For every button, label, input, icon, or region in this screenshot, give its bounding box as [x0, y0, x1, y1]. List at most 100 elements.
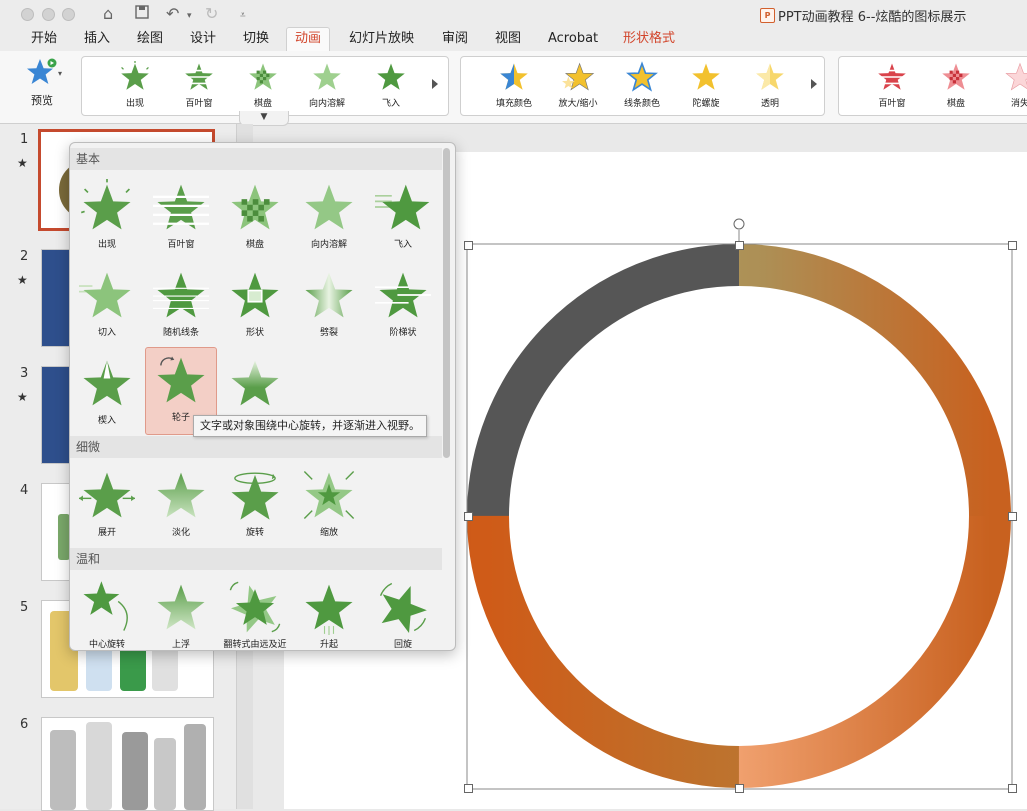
zoom-star-icon: [303, 470, 355, 520]
effect-strips[interactable]: 阶梯状: [367, 263, 439, 349]
tab-animations[interactable]: 动画: [286, 27, 331, 52]
ribbon-exit-checkerboard[interactable]: 棋盘: [925, 61, 987, 109]
effect-label: 向内溶解: [310, 240, 347, 250]
home-icon[interactable]: ⌂: [103, 4, 113, 24]
effect-fade[interactable]: 淡化: [145, 463, 217, 549]
fly-in-star-icon: [375, 184, 430, 230]
effect-split[interactable]: 劈裂: [293, 263, 365, 349]
minimize-window-button[interactable]: [42, 8, 55, 21]
ribbon: ▾ 预览 出现 百叶窗 棋盘 向内溶解 飞入 填充颜色 放大/缩小 线条颜色 陀…: [0, 51, 1027, 126]
peek-in-star-icon: [79, 272, 131, 318]
dropdown-scrollbar[interactable]: [443, 148, 450, 458]
resize-handle-s[interactable]: [735, 784, 744, 793]
effect-spinner[interactable]: 回旋: [367, 575, 439, 650]
effect-float-up[interactable]: 上浮: [145, 575, 217, 650]
ribbon-effect-spin[interactable]: 陀螺旋: [675, 61, 737, 109]
effect-turn[interactable]: 旋转: [219, 463, 291, 549]
ribbon-effect-blinds[interactable]: 百叶窗: [168, 61, 230, 109]
slide-thumbnail-6[interactable]: [41, 717, 214, 811]
ribbon-effect-dissolve-in[interactable]: 向内溶解: [296, 61, 358, 109]
rotate-icon[interactable]: [733, 218, 745, 230]
effect-label: 随机线条: [162, 328, 199, 338]
gallery-scroll-right-icon[interactable]: [432, 79, 438, 89]
animation-star-icon: ★: [17, 273, 28, 287]
tab-transitions[interactable]: 切换: [235, 28, 277, 50]
ribbon-exit-blinds[interactable]: 百叶窗: [861, 61, 923, 109]
dissolve-star-icon: [313, 63, 341, 90]
effect-checkerboard[interactable]: 棋盘: [219, 175, 291, 261]
gallery-scroll-right-icon[interactable]: [811, 79, 817, 89]
close-window-button[interactable]: [21, 8, 34, 21]
preview-button[interactable]: ▾ 预览: [18, 57, 66, 108]
transparency-star-icon: [756, 63, 784, 90]
slide-number: 3: [20, 366, 29, 381]
effect-basic-zoom[interactable]: 翻转式由远及近: [219, 575, 291, 650]
effect-zoom[interactable]: 缩放: [293, 463, 365, 549]
customize-icon[interactable]: ⩡: [240, 6, 246, 26]
effect-expand[interactable]: 展开: [71, 463, 143, 549]
line-color-star-icon: [626, 61, 658, 92]
ribbon-effect-transparency[interactable]: 透明: [739, 61, 801, 109]
shape-star-icon: [231, 272, 279, 318]
ribbon-effect-fill-color[interactable]: 填充颜色: [483, 61, 545, 109]
resize-handle-ne[interactable]: [1008, 241, 1017, 250]
undo-icon[interactable]: ↶: [166, 4, 179, 24]
disappear-star-icon: [1005, 62, 1027, 91]
slide-number: 5: [20, 600, 29, 615]
effect-label: 线条颜色: [623, 99, 660, 109]
effect-appear[interactable]: 出现: [71, 175, 143, 261]
ribbon-effect-fly-in[interactable]: 飞入: [360, 61, 422, 109]
tab-review[interactable]: 审阅: [434, 28, 476, 50]
expand-star-icon: [79, 472, 135, 518]
slide-number: 2: [20, 249, 29, 264]
entrance-gallery: 出现 百叶窗 棋盘 向内溶解 飞入: [81, 56, 449, 116]
tab-draw[interactable]: 绘图: [129, 28, 171, 50]
strips-star-icon: [375, 272, 431, 318]
effect-wedge[interactable]: 楔入: [71, 351, 143, 437]
tab-design[interactable]: 设计: [182, 28, 224, 50]
resize-handle-n[interactable]: [735, 241, 744, 250]
effect-tooltip: 文字或对象围绕中心旋转，并逐渐进入视野。: [193, 415, 427, 437]
effect-fly-in[interactable]: 飞入: [367, 175, 439, 261]
rise-up-star-icon: [305, 584, 353, 635]
tab-acrobat[interactable]: Acrobat: [540, 28, 606, 50]
effect-label: 楔入: [97, 416, 116, 426]
redo-icon[interactable]: ↻: [205, 4, 218, 24]
zoom-window-button[interactable]: [62, 8, 75, 21]
ribbon-effect-line-color[interactable]: 线条颜色: [611, 61, 673, 109]
effect-shape[interactable]: 形状: [219, 263, 291, 349]
split-star-icon: [305, 272, 353, 318]
ribbon-effect-checkerboard[interactable]: 棋盘: [232, 61, 294, 109]
chevron-down-icon[interactable]: ▾: [58, 69, 62, 78]
effect-dissolve-in[interactable]: 向内溶解: [293, 175, 365, 261]
checkerboard-star-icon: [231, 184, 279, 230]
resize-handle-w[interactable]: [464, 512, 473, 521]
effect-rise-up[interactable]: 升起: [293, 575, 365, 650]
tab-insert[interactable]: 插入: [76, 28, 118, 50]
effect-label: 飞入: [381, 99, 400, 109]
save-icon[interactable]: [135, 4, 149, 24]
chevron-down-icon[interactable]: ▾: [187, 6, 192, 26]
effect-blinds[interactable]: 百叶窗: [145, 175, 217, 261]
basic-zoom-star-icon: [229, 581, 281, 633]
effect-random-bars[interactable]: 随机线条: [145, 263, 217, 349]
resize-handle-sw[interactable]: [464, 784, 473, 793]
tab-shape-format[interactable]: 形状格式: [615, 28, 683, 50]
tab-slideshow[interactable]: 幻灯片放映: [341, 28, 422, 50]
tab-view[interactable]: 视图: [487, 28, 529, 50]
animation-star-icon: ★: [17, 156, 28, 170]
effect-label: 百叶窗: [185, 99, 213, 109]
effect-center-revolve[interactable]: 中心旋转: [71, 575, 143, 650]
effect-label: 缩放: [319, 528, 338, 538]
effect-peek-in[interactable]: 切入: [71, 263, 143, 349]
checkerboard-star-icon: [249, 63, 277, 90]
resize-handle-nw[interactable]: [464, 241, 473, 250]
resize-handle-e[interactable]: [1008, 512, 1017, 521]
random-bars-star-icon: [153, 272, 209, 318]
ribbon-effect-grow-shrink[interactable]: 放大/缩小: [547, 61, 609, 109]
ribbon-exit-disappear[interactable]: 消失: [989, 61, 1027, 109]
animation-effects-dropdown: 基本 出现 百叶窗 棋盘 向内溶解 飞入 切入 随机线条 形状 劈裂 阶梯状 楔…: [69, 142, 456, 651]
resize-handle-se[interactable]: [1008, 784, 1017, 793]
tab-home[interactable]: 开始: [23, 28, 65, 50]
ribbon-effect-appear[interactable]: 出现: [104, 61, 166, 109]
